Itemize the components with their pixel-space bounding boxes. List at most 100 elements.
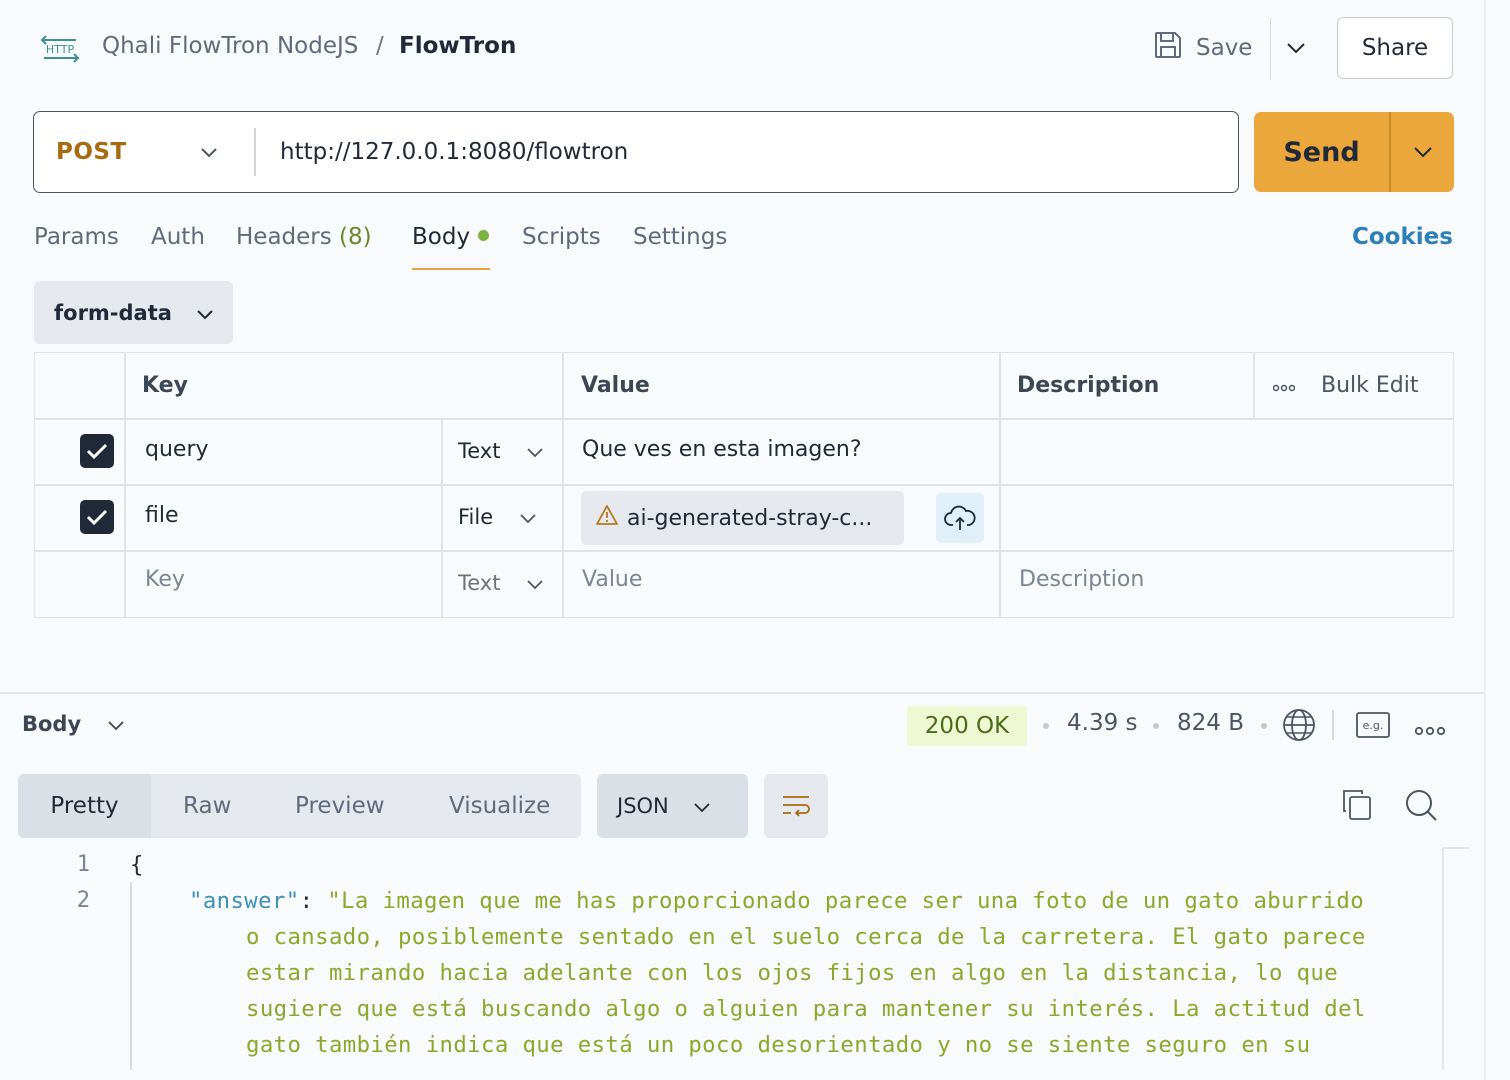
- row-type-label: Text: [458, 439, 501, 463]
- json-line: "answer": "La imagen que me has proporci…: [189, 888, 1364, 914]
- indent-guide: [130, 882, 132, 1070]
- response-size[interactable]: 824 B: [1177, 710, 1244, 736]
- save-label: Save: [1196, 35, 1253, 61]
- meta-separator: [1043, 723, 1049, 729]
- meta-divider: [1332, 710, 1334, 740]
- panel-edge: [1484, 0, 1486, 1080]
- request-name[interactable]: FlowTron: [399, 33, 516, 59]
- svg-text:HTTP: HTTP: [46, 43, 75, 56]
- tab-body[interactable]: Body: [412, 224, 490, 250]
- active-tab-underline: [412, 268, 490, 270]
- tab-scripts[interactable]: Scripts: [522, 224, 601, 250]
- bulk-edit-button[interactable]: Bulk Edit: [1321, 373, 1419, 398]
- send-options-chevron-down-icon[interactable]: [1391, 112, 1454, 192]
- column-header-key: Key: [142, 373, 188, 398]
- table-divider: [441, 418, 443, 617]
- chevron-down-icon: [519, 505, 537, 529]
- save-icon: [1152, 29, 1184, 67]
- column-header-description: Description: [1017, 373, 1160, 398]
- body-type-label: form-data: [54, 300, 172, 325]
- row-value-query[interactable]: Que ves en esta imagen?: [582, 437, 862, 462]
- breadcrumb-separator: /: [376, 33, 384, 59]
- chevron-down-icon: [196, 301, 214, 325]
- new-value-input[interactable]: Value: [582, 567, 642, 592]
- scrollbar-track-edge: [1442, 847, 1470, 849]
- scrollbar-track[interactable]: [1442, 847, 1444, 1070]
- response-time[interactable]: 4.39 s: [1067, 710, 1138, 736]
- chevron-down-icon: [526, 571, 544, 595]
- method-chevron-down-icon[interactable]: [194, 132, 224, 172]
- body-modified-dot: [478, 230, 490, 241]
- new-type-select[interactable]: Text: [458, 571, 544, 595]
- row-type-select[interactable]: File: [458, 505, 537, 529]
- cloud-upload-icon[interactable]: [936, 493, 984, 543]
- json-open-brace: {: [130, 852, 144, 878]
- response-divider: [0, 692, 1484, 694]
- row-key-file[interactable]: file: [145, 503, 179, 528]
- chevron-down-icon: [693, 794, 711, 818]
- table-divider: [35, 484, 1453, 486]
- meta-separator: [1153, 723, 1159, 729]
- file-chip[interactable]: ai-generated-stray-c...: [581, 491, 904, 545]
- tab-raw[interactable]: Raw: [183, 774, 231, 838]
- url-input[interactable]: http://127.0.0.1:8080/flowtron: [280, 112, 628, 191]
- search-icon[interactable]: [1404, 788, 1438, 826]
- row-type-label: File: [458, 505, 494, 529]
- breadcrumb-workspace[interactable]: Qhali FlowTron NodeJS: [102, 33, 358, 59]
- url-divider: [254, 128, 256, 176]
- url-bar: POST http://127.0.0.1:8080/flowtron: [33, 111, 1239, 193]
- row-checkbox-query[interactable]: [80, 434, 114, 468]
- chevron-down-icon: [107, 712, 125, 736]
- response-view-tabs: Pretty Raw Preview Visualize: [18, 774, 581, 838]
- tab-headers-label: Headers: [236, 224, 332, 250]
- json-string-wrap: o cansado, posiblemente sentado en el su…: [246, 924, 1366, 950]
- tab-visualize[interactable]: Visualize: [449, 774, 550, 838]
- warning-icon: [595, 504, 619, 532]
- tab-body-label: Body: [412, 224, 471, 250]
- tab-preview[interactable]: Preview: [295, 774, 385, 838]
- row-key-query[interactable]: query: [145, 437, 209, 462]
- copy-icon[interactable]: [1341, 788, 1373, 826]
- share-button[interactable]: Share: [1337, 17, 1453, 79]
- json-colon: :: [299, 888, 328, 914]
- more-options-icon[interactable]: [1272, 373, 1296, 398]
- body-type-select[interactable]: form-data: [34, 281, 233, 344]
- table-divider: [35, 418, 1453, 420]
- response-body-label: Body: [22, 712, 82, 736]
- http-icon: HTTP: [40, 30, 80, 66]
- more-options-icon[interactable]: [1414, 721, 1446, 740]
- line-number: 2: [76, 888, 90, 913]
- svg-text:e.g.: e.g.: [1363, 719, 1384, 732]
- tab-headers[interactable]: Headers (8): [236, 224, 372, 250]
- json-string-wrap: estar mirando hacia adelante con los ojo…: [246, 960, 1339, 986]
- tab-settings[interactable]: Settings: [633, 224, 727, 250]
- tab-auth[interactable]: Auth: [151, 224, 205, 250]
- globe-icon[interactable]: [1282, 708, 1316, 746]
- send-button[interactable]: Send: [1254, 112, 1389, 192]
- new-key-input[interactable]: Key: [145, 567, 185, 592]
- headers-count: (8): [339, 224, 372, 250]
- chevron-down-icon: [526, 439, 544, 463]
- save-button[interactable]: Save: [1152, 22, 1252, 74]
- cookies-link[interactable]: Cookies: [1352, 224, 1453, 250]
- send-button-group: Send: [1254, 112, 1454, 192]
- row-type-select[interactable]: Text: [458, 439, 544, 463]
- save-options-chevron-down-icon[interactable]: [1278, 28, 1314, 68]
- tab-params[interactable]: Params: [34, 224, 119, 250]
- status-badge[interactable]: 200 OK: [907, 706, 1027, 746]
- new-type-label: Text: [458, 571, 501, 595]
- format-select[interactable]: JSON: [597, 774, 748, 838]
- json-key: "answer": [189, 888, 300, 914]
- table-divider: [35, 550, 1453, 552]
- example-icon[interactable]: e.g.: [1356, 712, 1390, 742]
- column-header-value: Value: [581, 373, 650, 398]
- method-select[interactable]: POST: [56, 112, 127, 191]
- table-divider: [999, 353, 1001, 617]
- line-number: 1: [76, 852, 90, 877]
- new-description-input[interactable]: Description: [1019, 567, 1144, 592]
- tab-pretty[interactable]: Pretty: [18, 774, 151, 838]
- json-string-wrap: gato también indica que está un poco des…: [246, 1032, 1311, 1058]
- response-body-select[interactable]: Body: [22, 712, 125, 736]
- row-checkbox-file[interactable]: [80, 500, 114, 534]
- wrap-lines-icon[interactable]: [764, 774, 828, 838]
